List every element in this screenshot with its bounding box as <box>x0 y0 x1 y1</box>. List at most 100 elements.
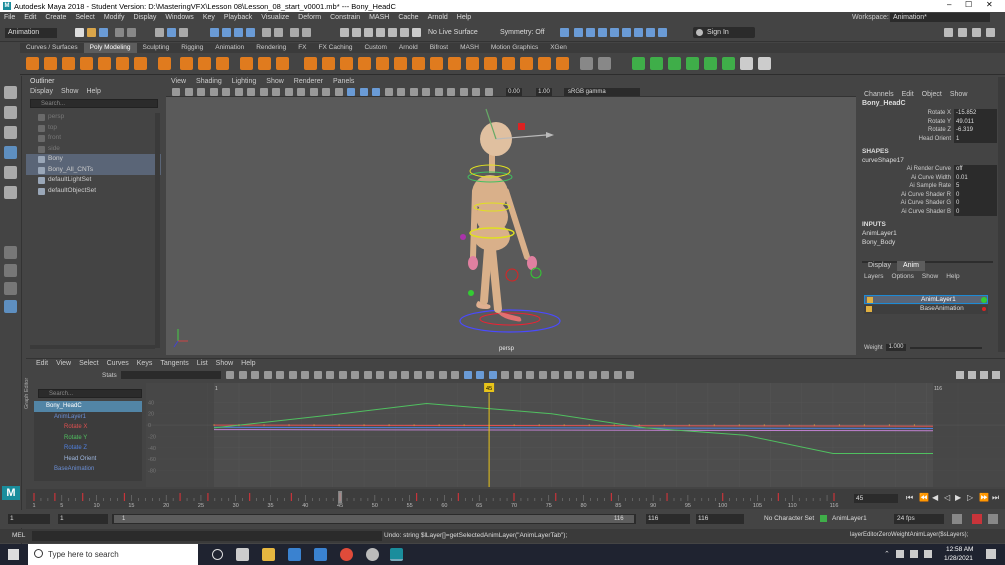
four-pane-icon[interactable] <box>4 264 17 277</box>
ge-view-icon[interactable] <box>956 371 964 379</box>
channel-row[interactable]: Rotate Y 49.011 <box>858 117 1005 126</box>
sidebar-toggle-icon[interactable] <box>944 28 953 37</box>
ge-tool-icon[interactable] <box>501 371 509 379</box>
fill-hole-icon[interactable] <box>430 57 443 70</box>
new-scene-icon[interactable] <box>75 28 84 37</box>
viewport-tool-icon[interactable] <box>484 88 493 96</box>
modelling-toolkit-icon[interactable] <box>958 28 967 37</box>
viewport-tool-icon[interactable] <box>184 88 193 96</box>
multi-cut-icon[interactable] <box>466 57 479 70</box>
fps-dropdown[interactable]: 24 fps <box>894 514 944 524</box>
ge-tree-item[interactable]: BaseAnimation <box>34 464 142 475</box>
viewport-tool-icon[interactable] <box>334 88 343 96</box>
menu-select[interactable]: Select <box>75 14 94 21</box>
menu-file[interactable]: File <box>4 14 15 21</box>
render-setup-icon[interactable] <box>400 28 409 37</box>
uv-editor-icon[interactable] <box>632 57 645 70</box>
anim-end-field[interactable]: 116 <box>696 514 744 524</box>
channel-value[interactable]: 0 <box>954 199 997 208</box>
ge-view-icon[interactable] <box>992 371 1000 379</box>
viewport-tool-icon[interactable] <box>447 88 455 96</box>
gamma-field[interactable]: 1.00 <box>536 88 552 96</box>
outliner-item[interactable]: side <box>26 144 161 155</box>
snap-grid-icon[interactable] <box>210 28 219 37</box>
ge-menu-edit[interactable]: Edit <box>36 359 48 369</box>
battery-icon[interactable] <box>924 550 932 558</box>
ge-tree-item[interactable]: Rotate Z <box>34 443 142 454</box>
channel-row[interactable]: Ai Render Curve off <box>858 165 1005 174</box>
tray-chevron-icon[interactable]: ⌃ <box>884 550 890 558</box>
channel-row[interactable]: Head Orient 1 <box>858 134 1005 143</box>
viewport-3d[interactable]: persp <box>166 97 856 355</box>
viewport-tool-icon[interactable] <box>222 88 230 96</box>
ge-tool-icon[interactable] <box>263 371 272 379</box>
outliner-hscrollbar[interactable] <box>30 345 155 349</box>
poly-cube-icon[interactable] <box>44 57 57 70</box>
ge-tree-item[interactable]: Rotate X <box>34 422 142 433</box>
layout-uv-icon[interactable] <box>740 57 753 70</box>
cb-input-animlayer[interactable]: AnimLayer1 <box>858 229 1005 238</box>
platonic-solid-icon[interactable] <box>158 57 171 70</box>
playback-start-field[interactable]: 1 <box>58 514 108 524</box>
attribute-editor-icon[interactable] <box>972 28 981 37</box>
channel-row[interactable]: Ai Curve Width 0.01 <box>858 173 1005 182</box>
snap-live-icon[interactable] <box>262 28 271 37</box>
viewport-tool-icon[interactable] <box>359 88 368 96</box>
ge-search-input[interactable]: Search... <box>38 389 142 398</box>
ge-tool-icon[interactable] <box>576 371 584 379</box>
poly-plane-icon[interactable] <box>116 57 129 70</box>
ge-menu-keys[interactable]: Keys <box>137 359 153 369</box>
maximize-button[interactable]: ☐ <box>965 0 972 9</box>
shelf-tab-mash[interactable]: MASH <box>454 43 485 53</box>
render-settings-icon[interactable] <box>376 28 385 37</box>
ge-tool-icon[interactable] <box>613 371 622 379</box>
shelf-tab-poly-modeling[interactable]: Poly Modeling <box>83 43 137 53</box>
history-icon[interactable] <box>290 28 299 37</box>
store-icon[interactable] <box>288 548 301 561</box>
outliner-search-input[interactable]: Search... <box>30 99 158 108</box>
channel-value[interactable]: 0.01 <box>954 173 997 182</box>
snap-point-icon[interactable] <box>234 28 243 37</box>
menu-arnold[interactable]: Arnold <box>428 14 448 21</box>
soft-select-icon[interactable] <box>560 28 569 37</box>
weight-field[interactable]: 1.000 <box>886 344 906 351</box>
outliner-item[interactable]: defaultObjectSet <box>26 186 161 197</box>
viewport-tool-icon[interactable] <box>409 88 418 96</box>
play-forward-icon[interactable]: ▶ <box>955 493 961 502</box>
poly-torus-icon[interactable] <box>98 57 111 70</box>
viewport-tool-icon[interactable] <box>309 88 318 96</box>
close-button[interactable]: ✕ <box>986 0 993 9</box>
ge-tool-icon[interactable] <box>288 371 297 379</box>
menu-playback[interactable]: Playback <box>224 14 252 21</box>
layer-menu-show[interactable]: Show <box>922 273 938 280</box>
menu-deform[interactable]: Deform <box>298 14 321 21</box>
channel-row[interactable]: Ai Curve Shader G0 <box>858 199 1005 208</box>
play-backward-icon[interactable]: ◁ <box>944 493 950 502</box>
ge-menu-curves[interactable]: Curves <box>107 359 129 369</box>
channel-value[interactable]: -6.319 <box>954 126 997 135</box>
channel-value[interactable]: off <box>954 165 997 174</box>
network-icon[interactable] <box>896 550 904 558</box>
scale-tool-icon[interactable] <box>4 186 17 199</box>
auto-key-icon[interactable] <box>972 514 982 524</box>
ge-stats-field[interactable] <box>121 371 221 379</box>
bridge-icon[interactable] <box>394 57 407 70</box>
ge-tool-icon[interactable] <box>326 371 334 379</box>
bevel-icon[interactable] <box>412 57 425 70</box>
maya-taskbar-icon[interactable] <box>390 548 403 561</box>
ge-tree-item[interactable]: Rotate Y <box>34 433 142 444</box>
shelf-tab-fx-caching[interactable]: FX Caching <box>313 43 359 53</box>
select-hierarchy-icon[interactable] <box>155 28 164 37</box>
viewport-tool-icon[interactable] <box>459 88 468 96</box>
shelf-tab-bifrost[interactable]: Bifrost <box>424 43 454 53</box>
ge-tool-icon[interactable] <box>538 371 547 379</box>
remesh-icon[interactable] <box>340 57 353 70</box>
extrude-icon[interactable] <box>376 57 389 70</box>
cut-uv-icon[interactable] <box>686 57 699 70</box>
command-language[interactable]: MEL <box>12 532 25 539</box>
super-shape-icon[interactable] <box>180 57 193 70</box>
undo-icon[interactable] <box>115 28 124 37</box>
ge-tool-icon[interactable] <box>463 371 472 379</box>
shelf-tab-animation[interactable]: Animation <box>209 43 250 53</box>
outliner-item[interactable]: front <box>26 133 161 144</box>
